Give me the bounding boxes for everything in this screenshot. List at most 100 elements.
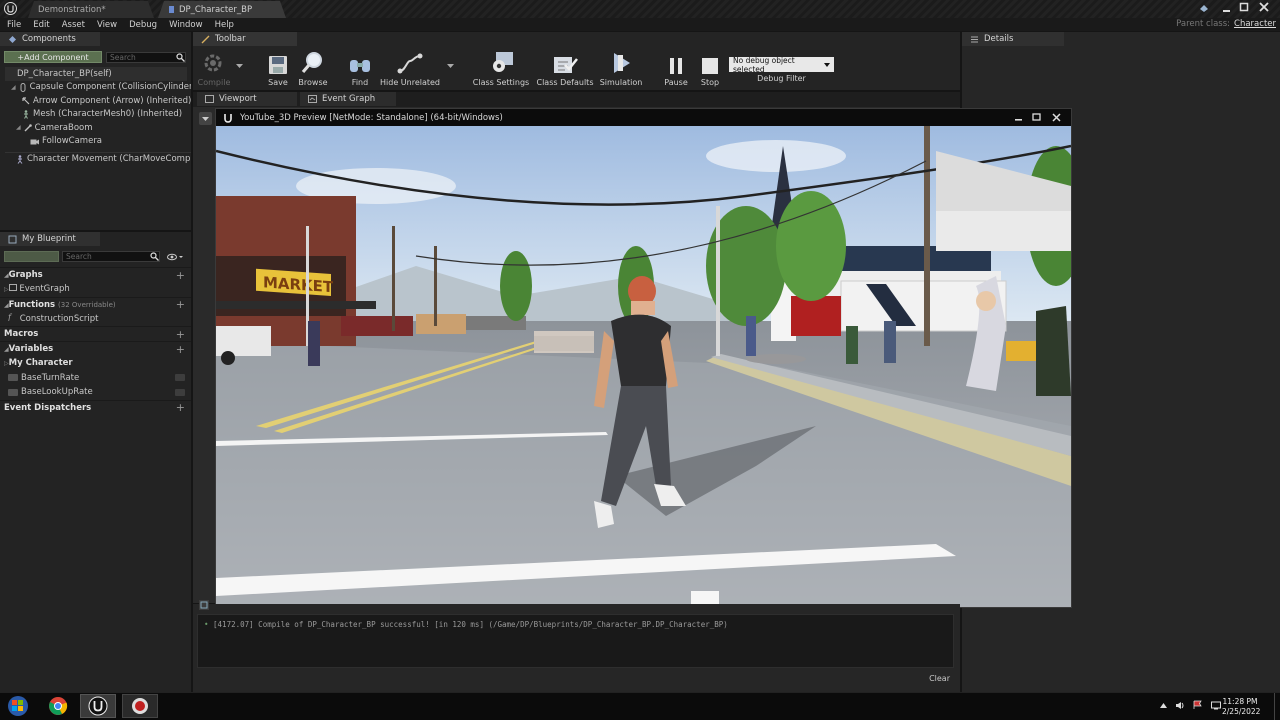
menu-edit[interactable]: Edit <box>33 20 49 30</box>
toolbar-icon <box>201 35 210 44</box>
event-graph-tab[interactable]: Event Graph <box>300 92 396 106</box>
browse-magnifier-icon <box>301 49 325 75</box>
components-tab[interactable]: Components <box>0 32 100 46</box>
hide-unrelated-dropdown-icon[interactable] <box>447 64 454 68</box>
menu-file[interactable]: File <box>7 20 21 30</box>
tree-root-label: DP_Character_BP(self) <box>17 68 112 79</box>
unreal-taskbar-button[interactable] <box>80 694 116 718</box>
add-function-icon[interactable]: + <box>176 298 185 311</box>
class-defaults-button[interactable]: Class Defaults <box>537 49 594 87</box>
simulation-label: Simulation <box>599 78 643 87</box>
pie-maximize-icon[interactable] <box>1032 113 1041 122</box>
tree-item-followcamera[interactable]: FollowCamera <box>5 135 191 149</box>
start-button[interactable] <box>0 694 36 718</box>
find-button[interactable]: Find <box>345 49 375 87</box>
parent-class-link[interactable]: Character <box>1234 19 1276 29</box>
tree-item-cameraboom[interactable]: ◢ CameraBoom <box>5 121 191 135</box>
chrome-taskbar-button[interactable] <box>40 694 76 718</box>
my-character-category[interactable]: ▷My Character <box>0 356 191 371</box>
my-blueprint-tab[interactable]: My Blueprint <box>0 232 100 246</box>
compiler-results-tab-icon[interactable] <box>199 600 209 610</box>
functions-section[interactable]: ◢Functions (32 Overridable) + <box>0 296 191 312</box>
hide-unrelated-button[interactable]: Hide Unrelated <box>380 49 440 87</box>
expand-arrow-icon: ◢ <box>16 124 21 132</box>
graphs-section[interactable]: ◢Graphs + <box>0 267 191 282</box>
class-settings-button[interactable]: Class Settings <box>473 49 529 87</box>
search-icon <box>150 252 159 261</box>
tree-item-charmove[interactable]: Character Movement (CharMoveComp) (Inhe <box>5 152 191 166</box>
tray-expand-icon[interactable] <box>1160 702 1167 708</box>
close-icon[interactable] <box>1259 2 1269 12</box>
components-search-input[interactable]: Search <box>106 51 186 63</box>
tree-item-arrow[interactable]: Arrow Component (Arrow) (Inherited) <box>5 94 191 108</box>
viewport-options-dropdown-icon[interactable] <box>199 112 212 125</box>
event-graph-item[interactable]: ▷ EventGraph <box>0 282 191 297</box>
action-center-flag-icon[interactable] <box>1193 700 1203 710</box>
variables-section[interactable]: ◢Variables + <box>0 341 191 356</box>
blueprint-search-input[interactable]: Search <box>62 251 160 262</box>
construction-script-item[interactable]: f ConstructionScript <box>0 312 191 327</box>
unreal-logo-icon <box>4 2 17 15</box>
pie-minimize-icon[interactable] <box>1014 113 1023 122</box>
variable-row[interactable]: BaseTurnRate <box>0 371 191 386</box>
details-tab[interactable]: Details <box>962 32 1064 46</box>
event-dispatchers-section[interactable]: Event Dispatchers + <box>0 399 191 415</box>
pie-window-title: YouTube_3D Preview [NetMode: Standalone]… <box>240 112 503 123</box>
menu-window[interactable]: Window <box>169 20 203 30</box>
doc-tab-dp-character-bp[interactable]: DP_Character_BP <box>158 1 286 18</box>
add-graph-icon[interactable]: + <box>176 269 185 282</box>
clear-log-button[interactable]: Clear <box>929 674 950 683</box>
visibility-eye-icon[interactable] <box>175 374 185 382</box>
class-defaults-icon <box>552 49 578 75</box>
menu-asset[interactable]: Asset <box>62 20 85 30</box>
menu-debug[interactable]: Debug <box>129 20 157 30</box>
eye-view-options-icon[interactable] <box>167 253 183 261</box>
save-button[interactable]: Save <box>265 49 291 87</box>
doc-tab-demonstration[interactable]: Demonstration* <box>28 1 154 18</box>
tree-item-capsule[interactable]: ◢ Capsule Component (CollisionCylinder) … <box>5 81 191 95</box>
minimize-icon[interactable] <box>1222 3 1232 13</box>
viewport-tab[interactable]: Viewport <box>197 92 297 106</box>
visibility-eye-icon[interactable] <box>175 388 185 396</box>
tree-item-mesh[interactable]: Mesh (CharacterMesh0) (Inherited) <box>5 108 191 122</box>
toolbar-tab[interactable]: Toolbar <box>193 32 297 46</box>
add-dispatcher-icon[interactable]: + <box>176 401 185 414</box>
compile-options-dropdown-icon[interactable] <box>236 64 243 68</box>
menu-bar: File Edit Asset View Debug Window Help <box>0 18 1280 31</box>
functions-overridable-count: (32 Overridable) <box>58 300 116 309</box>
maximize-icon[interactable] <box>1239 2 1249 12</box>
variable-name: BaseLookUpRate <box>21 387 93 398</box>
add-variable-icon[interactable]: + <box>176 343 185 356</box>
volume-icon[interactable] <box>1175 701 1185 710</box>
source-control-icon[interactable] <box>1199 4 1209 13</box>
show-desktop-button[interactable] <box>1274 693 1280 720</box>
compiler-results-panel: • [4172.07] Compile of DP_Character_BP s… <box>193 600 960 692</box>
add-new-button[interactable] <box>4 251 59 262</box>
toolbar-tab-label: Toolbar <box>215 34 246 44</box>
network-icon[interactable] <box>1211 701 1221 710</box>
simulation-button[interactable]: Simulation <box>600 49 642 87</box>
game-scene[interactable]: MARKET <box>216 126 1071 607</box>
simulation-icon <box>608 49 634 75</box>
debug-object-select[interactable]: No debug object selected <box>729 55 834 74</box>
components-icon <box>8 35 17 44</box>
browse-button[interactable]: Browse <box>297 49 329 87</box>
recorder-taskbar-button[interactable] <box>122 694 158 718</box>
add-component-button[interactable]: +Add Component <box>4 51 102 63</box>
pie-close-icon[interactable] <box>1052 113 1061 122</box>
menu-help[interactable]: Help <box>215 20 234 30</box>
variable-row[interactable]: BaseLookUpRate <box>0 385 191 400</box>
gear-icon <box>488 49 514 75</box>
pause-button[interactable]: Pause <box>662 49 690 87</box>
tree-root-self[interactable]: DP_Character_BP(self) <box>5 67 187 81</box>
compile-button[interactable]: Compile <box>197 49 231 87</box>
system-clock[interactable]: 11:28 PM 2/25/2022 <box>1222 697 1260 717</box>
stop-button[interactable]: Stop <box>697 49 723 87</box>
add-macro-icon[interactable]: + <box>176 328 185 341</box>
expand-arrow-icon: ◢ <box>11 83 16 91</box>
save-icon <box>268 49 288 75</box>
menu-view[interactable]: View <box>97 20 117 30</box>
debug-object-value: No debug object selected <box>733 55 795 74</box>
macros-section[interactable]: Macros + <box>0 326 191 341</box>
spring-arm-icon <box>24 123 32 132</box>
